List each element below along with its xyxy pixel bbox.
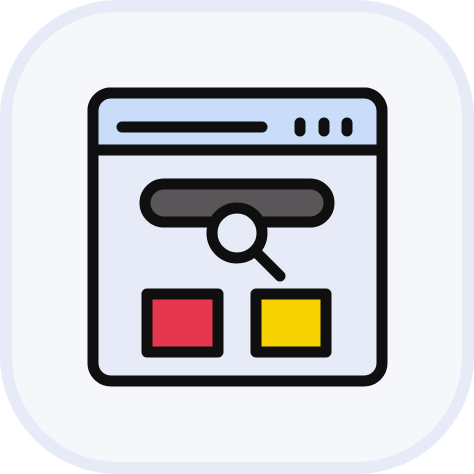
app-icon[interactable] bbox=[0, 0, 474, 474]
yellow-content-block bbox=[250, 288, 332, 358]
red-content-block bbox=[141, 288, 224, 358]
search-icon bbox=[206, 202, 268, 264]
browser-search-icon bbox=[0, 0, 474, 474]
